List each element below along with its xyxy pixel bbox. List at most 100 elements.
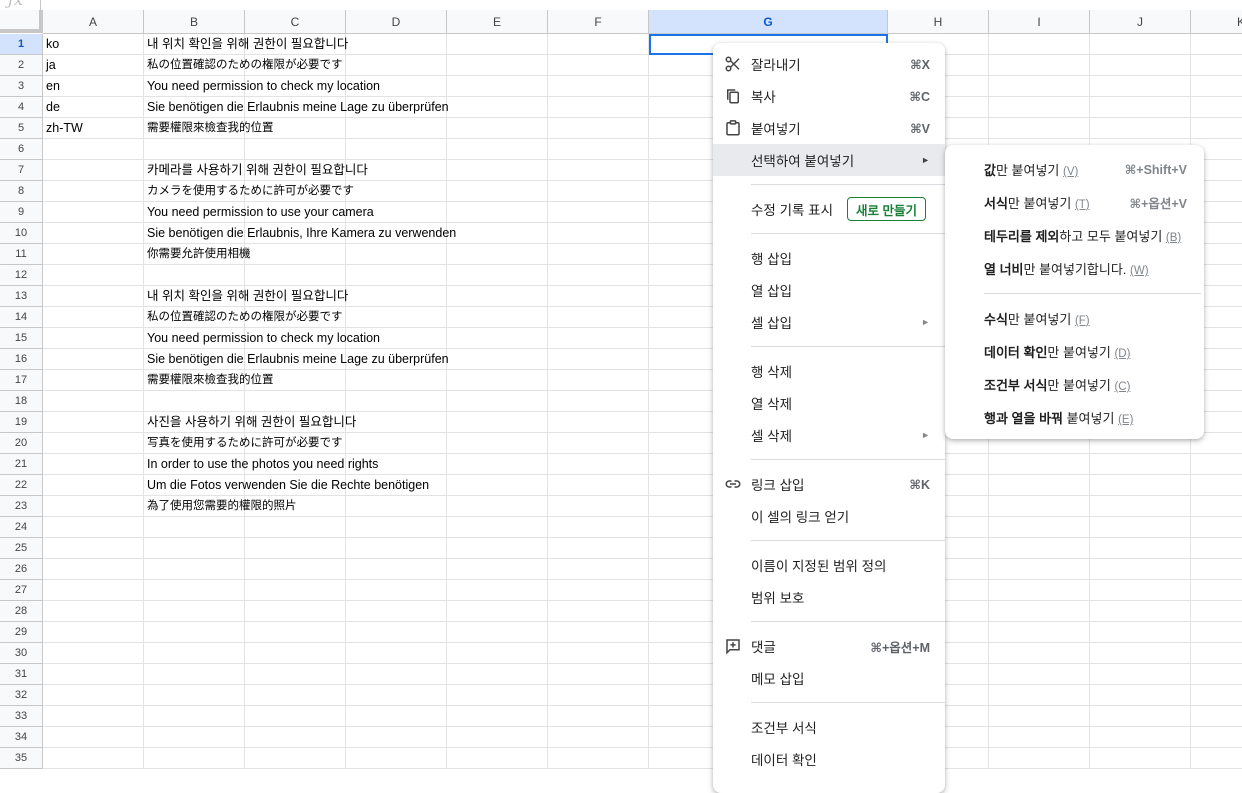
cell-a20[interactable] bbox=[43, 433, 144, 454]
cell-e19[interactable] bbox=[447, 412, 548, 433]
cell-a34[interactable] bbox=[43, 727, 144, 748]
submenu-item-paste-column-width[interactable]: 열 너비만 붙여넣기합니다. (W) bbox=[945, 252, 1204, 285]
cell-j35[interactable] bbox=[1090, 748, 1191, 769]
cell-d30[interactable] bbox=[346, 643, 447, 664]
cell-d13[interactable] bbox=[346, 286, 447, 307]
cell-e5[interactable] bbox=[447, 118, 548, 139]
cell-k24[interactable] bbox=[1191, 517, 1242, 538]
cell-a15[interactable] bbox=[43, 328, 144, 349]
cell-i4[interactable] bbox=[989, 97, 1090, 118]
column-header-d[interactable]: D bbox=[346, 10, 447, 34]
cell-i23[interactable] bbox=[989, 496, 1090, 517]
cell-d8[interactable] bbox=[346, 181, 447, 202]
cell-f1[interactable] bbox=[548, 34, 649, 55]
menu-item-insert-cells[interactable]: 셀 삽입 ► bbox=[713, 306, 945, 338]
cell-k21[interactable] bbox=[1191, 454, 1242, 475]
row-header-16[interactable]: 16 bbox=[0, 349, 43, 370]
cell-e24[interactable] bbox=[447, 517, 548, 538]
cell-a2[interactable] bbox=[43, 55, 144, 76]
row-header-8[interactable]: 8 bbox=[0, 181, 43, 202]
menu-item-delete-row[interactable]: 행 삭제 bbox=[713, 355, 945, 387]
cell-e20[interactable] bbox=[447, 433, 548, 454]
row-header-14[interactable]: 14 bbox=[0, 307, 43, 328]
cell-d17[interactable] bbox=[346, 370, 447, 391]
cell-e32[interactable] bbox=[447, 685, 548, 706]
cell-f19[interactable] bbox=[548, 412, 649, 433]
cell-i34[interactable] bbox=[989, 727, 1090, 748]
cell-d18[interactable] bbox=[346, 391, 447, 412]
cell-c30[interactable] bbox=[245, 643, 346, 664]
row-header-24[interactable]: 24 bbox=[0, 517, 43, 538]
cell-f6[interactable] bbox=[548, 139, 649, 160]
menu-item-named-range[interactable]: 이름이 지정된 범위 정의 bbox=[713, 549, 945, 581]
row-header-10[interactable]: 10 bbox=[0, 223, 43, 244]
cell-k5[interactable] bbox=[1191, 118, 1242, 139]
menu-item-cut[interactable]: 잘라내기 ⌘X bbox=[713, 48, 945, 80]
cell-c12[interactable] bbox=[245, 265, 346, 286]
cell-e35[interactable] bbox=[447, 748, 548, 769]
cell-a14[interactable] bbox=[43, 307, 144, 328]
cell-f11[interactable] bbox=[548, 244, 649, 265]
cell-i25[interactable] bbox=[989, 538, 1090, 559]
cell-d11[interactable] bbox=[346, 244, 447, 265]
cell-b25[interactable] bbox=[144, 538, 245, 559]
cell-j25[interactable] bbox=[1090, 538, 1191, 559]
row-header-23[interactable]: 23 bbox=[0, 496, 43, 517]
cell-j21[interactable] bbox=[1090, 454, 1191, 475]
cell-f28[interactable] bbox=[548, 601, 649, 622]
cell-b32[interactable] bbox=[144, 685, 245, 706]
cell-a23[interactable] bbox=[43, 496, 144, 517]
cell-f34[interactable] bbox=[548, 727, 649, 748]
cell-k2[interactable] bbox=[1191, 55, 1242, 76]
cell-f26[interactable] bbox=[548, 559, 649, 580]
row-header-6[interactable]: 6 bbox=[0, 139, 43, 160]
cell-f4[interactable] bbox=[548, 97, 649, 118]
row-header-15[interactable]: 15 bbox=[0, 328, 43, 349]
column-header-b[interactable]: B bbox=[144, 10, 245, 34]
column-header-j[interactable]: J bbox=[1090, 10, 1191, 34]
cell-e2[interactable] bbox=[447, 55, 548, 76]
cell-d28[interactable] bbox=[346, 601, 447, 622]
cell-e22[interactable] bbox=[447, 475, 548, 496]
row-header-13[interactable]: 13 bbox=[0, 286, 43, 307]
cell-f12[interactable] bbox=[548, 265, 649, 286]
cell-f2[interactable] bbox=[548, 55, 649, 76]
cell-k35[interactable] bbox=[1191, 748, 1242, 769]
cell-i1[interactable] bbox=[989, 34, 1090, 55]
cell-j28[interactable] bbox=[1090, 601, 1191, 622]
row-header-12[interactable]: 12 bbox=[0, 265, 43, 286]
row-header-32[interactable]: 32 bbox=[0, 685, 43, 706]
cell-a25[interactable] bbox=[43, 538, 144, 559]
cell-i31[interactable] bbox=[989, 664, 1090, 685]
column-header-h[interactable]: H bbox=[888, 10, 989, 34]
cell-j2[interactable] bbox=[1090, 55, 1191, 76]
cell-d14[interactable] bbox=[346, 307, 447, 328]
row-header-1[interactable]: 1 bbox=[0, 34, 43, 55]
cell-k25[interactable] bbox=[1191, 538, 1242, 559]
cell-a7[interactable] bbox=[43, 160, 144, 181]
cell-f29[interactable] bbox=[548, 622, 649, 643]
cell-f14[interactable] bbox=[548, 307, 649, 328]
cell-j34[interactable] bbox=[1090, 727, 1191, 748]
cell-a35[interactable] bbox=[43, 748, 144, 769]
submenu-item-paste-validation[interactable]: 데이터 확인만 붙여넣기 (D) bbox=[945, 335, 1204, 368]
cell-a13[interactable] bbox=[43, 286, 144, 307]
cell-f18[interactable] bbox=[548, 391, 649, 412]
cell-j1[interactable] bbox=[1090, 34, 1191, 55]
cell-f30[interactable] bbox=[548, 643, 649, 664]
cell-b34[interactable] bbox=[144, 727, 245, 748]
row-header-17[interactable]: 17 bbox=[0, 370, 43, 391]
cell-b6[interactable] bbox=[144, 139, 245, 160]
cell-i2[interactable] bbox=[989, 55, 1090, 76]
cell-j3[interactable] bbox=[1090, 76, 1191, 97]
cell-a18[interactable] bbox=[43, 391, 144, 412]
cell-a31[interactable] bbox=[43, 664, 144, 685]
cell-e9[interactable] bbox=[447, 202, 548, 223]
submenu-item-paste-formula[interactable]: 수식만 붙여넣기 (F) bbox=[945, 302, 1204, 335]
cell-f21[interactable] bbox=[548, 454, 649, 475]
cell-c33[interactable] bbox=[245, 706, 346, 727]
cell-f32[interactable] bbox=[548, 685, 649, 706]
cell-d5[interactable] bbox=[346, 118, 447, 139]
menu-item-insert-column[interactable]: 열 삽입 bbox=[713, 274, 945, 306]
cell-a21[interactable] bbox=[43, 454, 144, 475]
